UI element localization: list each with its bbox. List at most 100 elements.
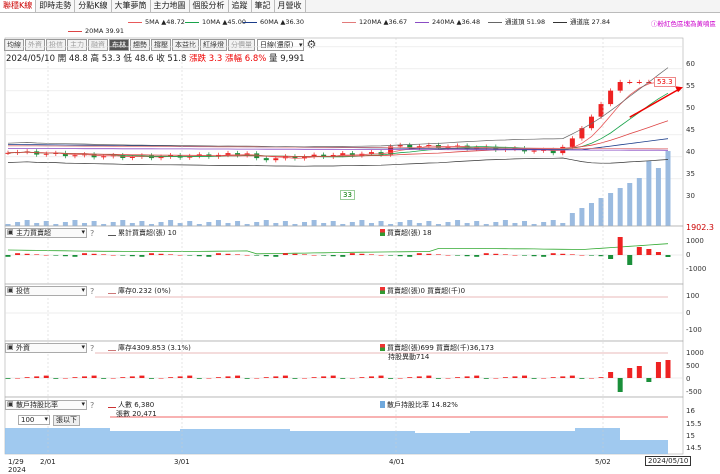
panel3-axis-neg500: -500 <box>686 388 702 396</box>
candle-body <box>608 90 614 105</box>
foreign-bar <box>617 378 623 392</box>
foreign-bar <box>655 362 661 378</box>
volume-bar <box>646 161 652 226</box>
ma-lines <box>7 67 669 167</box>
bar-swatch <box>380 401 385 408</box>
volume-bar <box>292 224 298 226</box>
buy-sell-bar <box>627 255 633 265</box>
volume-bar <box>110 222 116 226</box>
foreign-bar <box>522 375 528 378</box>
panel4-line-label2: 張數 20,471 <box>116 409 157 419</box>
buy-sell-bar <box>608 255 614 259</box>
foreign-bar <box>225 376 231 378</box>
panel3-select[interactable]: 外資 <box>5 343 87 353</box>
help-icon[interactable]: ? <box>90 229 94 238</box>
buy-sell-bar <box>158 253 164 255</box>
panel4-axis-14-5: 14.5 <box>686 444 702 452</box>
volume-bar <box>569 213 575 226</box>
foreign-bar <box>388 378 394 379</box>
panel2-frame <box>4 283 684 342</box>
foreign-bar <box>569 375 575 378</box>
foreign-bar <box>148 378 154 379</box>
foreign-bar <box>445 378 451 379</box>
foreign-bar <box>359 377 365 378</box>
panel3-frame <box>4 340 684 398</box>
panel2-bar-label: 買賣超(張)0 買賣超(千)0 <box>380 286 465 296</box>
foreign-bar <box>254 378 260 379</box>
buy-sell-bar <box>15 253 21 255</box>
foreign-bar <box>53 378 59 379</box>
holding-filter-button[interactable]: 張以下 <box>53 415 80 426</box>
foreign-bar <box>187 375 193 378</box>
buy-sell-bar <box>531 255 537 257</box>
help-icon[interactable]: ? <box>90 287 94 296</box>
help-icon[interactable]: ? <box>90 344 94 353</box>
foreign-bar <box>512 376 518 378</box>
foreign-bar <box>302 378 308 379</box>
volume-bar <box>82 223 88 226</box>
foreign-bar <box>378 375 384 378</box>
foreign-bar <box>139 375 145 378</box>
volume-bar <box>655 168 661 226</box>
volume-bar <box>120 220 126 226</box>
panel3-line-text: 庫存4309.853 (3.1%) <box>118 344 191 352</box>
foreign-bar <box>330 375 336 378</box>
buy-sell-bar <box>292 253 298 255</box>
panel1-select[interactable]: 主力買賣超 <box>5 228 87 238</box>
buy-sell-bar <box>282 253 288 255</box>
volume-bar <box>550 220 556 226</box>
volume-bar <box>5 224 11 226</box>
panel3-header: 外資 ? <box>5 343 94 353</box>
foreign-bar <box>72 377 78 378</box>
volume-bar <box>397 222 403 226</box>
buy-sell-bar <box>378 255 384 256</box>
panel3-bar-text: 買賣超(張)699 買賣超(千)36,173 <box>387 344 495 352</box>
bar-swatch <box>380 344 385 351</box>
foreign-bar <box>196 378 202 379</box>
foreign-bar <box>579 378 585 379</box>
buy-sell-bar <box>254 255 260 256</box>
panel4-axis-15: 15 <box>686 432 695 440</box>
volume-bar <box>579 208 585 226</box>
panel2-line-label: 庫存0.232 (0%) <box>108 286 171 296</box>
foreign-bar <box>541 378 547 379</box>
buy-sell-bar <box>493 253 499 255</box>
panel4-select[interactable]: 散戶持股比率 <box>5 400 87 410</box>
foreign-bar <box>215 377 221 378</box>
panel1-plot <box>5 237 683 265</box>
panel2-bar-text: 買賣超(張)0 買賣超(千)0 <box>387 287 466 295</box>
panel2-select[interactable]: 投信 <box>5 286 87 296</box>
buy-sell-bar <box>244 255 250 256</box>
foreign-bar <box>435 378 441 379</box>
volume-bar <box>101 224 107 226</box>
volume-bar <box>665 151 671 226</box>
x-label-mar01: 3/01 <box>174 458 190 466</box>
volume-bar <box>72 220 78 226</box>
help-icon[interactable]: ? <box>90 401 94 410</box>
buy-sell-bar <box>5 255 11 257</box>
panel3-plot <box>5 352 683 392</box>
volume-bar <box>608 193 614 226</box>
buy-sell-bar <box>129 255 135 257</box>
volume-bars <box>5 151 671 226</box>
buy-sell-bar <box>397 255 403 257</box>
foreign-bar <box>550 377 556 378</box>
main-grid <box>5 46 683 180</box>
line-swatch <box>108 350 116 351</box>
buy-sell-bar <box>359 253 365 255</box>
current-date-box: 2024/05/10 <box>645 456 692 466</box>
foreign-bar <box>646 378 652 382</box>
foreign-bar <box>311 377 317 378</box>
panel4-axis-16: 16 <box>686 407 695 415</box>
volume-bar <box>483 224 489 226</box>
holding-filter-input[interactable]: 100 <box>18 415 50 425</box>
volume-bar <box>617 188 623 226</box>
buy-sell-bar <box>349 253 355 255</box>
buy-sell-bar <box>263 255 269 257</box>
main-axis-35: 35 <box>686 170 695 178</box>
candle-body <box>72 155 78 157</box>
candle-body <box>617 82 623 91</box>
buy-sell-bar <box>148 253 154 255</box>
buy-sell-bar <box>483 253 489 255</box>
volume-bar <box>455 220 461 226</box>
